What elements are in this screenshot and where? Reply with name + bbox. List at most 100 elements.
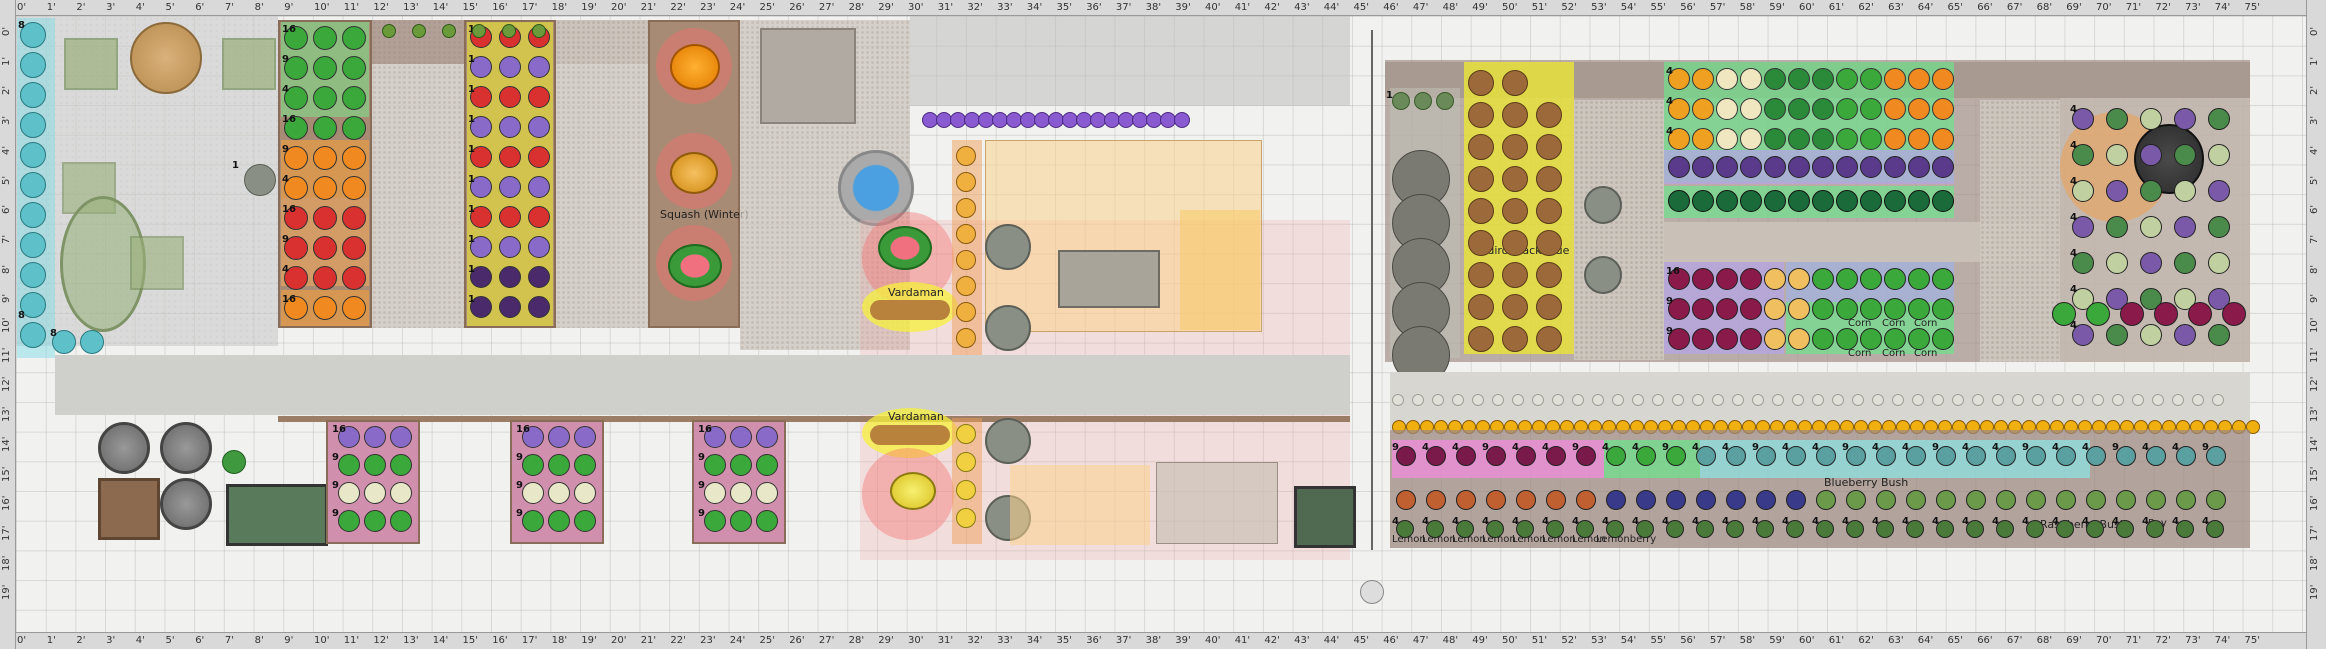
vegetable-icon[interactable] [1908,156,1930,178]
vegetable-icon[interactable] [1908,298,1930,320]
vegetable-icon[interactable] [1816,446,1836,466]
seedling-icon[interactable] [1436,92,1454,110]
sweet-potato-icon[interactable] [870,425,950,445]
marigold-icon[interactable] [2072,394,2084,406]
vegetable-icon[interactable] [1936,446,1956,466]
marigold-icon[interactable] [1992,394,2004,406]
vegetable-icon[interactable] [364,426,386,448]
flower-icon[interactable] [956,224,976,244]
vegetable-icon[interactable] [704,510,726,532]
vegetable-icon[interactable] [313,56,337,80]
vegetable-icon[interactable] [528,146,550,168]
potato-icon[interactable] [1502,102,1528,128]
marigold-icon[interactable] [1792,394,1804,406]
marigold-icon[interactable] [1532,394,1544,406]
vegetable-icon[interactable] [1860,190,1882,212]
vegetable-icon[interactable] [1906,446,1926,466]
shrub-icon[interactable] [20,52,46,78]
vegetable-icon[interactable] [1932,128,1954,150]
seedling-icon[interactable] [1392,92,1410,110]
vegetable-icon[interactable] [313,176,337,200]
fruit-icon[interactable] [1966,490,1986,510]
vegetable-icon[interactable] [1716,156,1738,178]
flower-icon[interactable] [1174,112,1190,128]
vegetable-icon[interactable] [1788,68,1810,90]
vegetable-icon[interactable] [1576,446,1596,466]
marigold-icon[interactable] [1652,394,1664,406]
marigold-icon[interactable] [2052,394,2064,406]
deck-stairs[interactable] [1180,210,1260,330]
marigold-icon[interactable] [1672,394,1684,406]
vegetable-icon[interactable] [1836,98,1858,120]
vegetable-icon[interactable] [313,266,337,290]
vegetable-icon[interactable] [2222,302,2246,326]
vegetable-icon[interactable] [1908,128,1930,150]
vegetable-icon[interactable] [2052,302,2076,326]
vegetable-icon[interactable] [1396,446,1416,466]
vegetable-icon[interactable] [1884,328,1906,350]
vegetable-icon[interactable] [1884,190,1906,212]
potato-icon[interactable] [1502,262,1528,288]
fruit-icon[interactable] [1486,490,1506,510]
vegetable-icon[interactable] [338,510,360,532]
vegetable-icon[interactable] [1764,68,1786,90]
flower-icon[interactable] [956,424,976,444]
vegetable-icon[interactable] [1860,128,1882,150]
green-box[interactable] [1294,486,1356,548]
potato-icon[interactable] [1536,166,1562,192]
small-shrub[interactable] [222,450,246,474]
flower-icon[interactable] [956,172,976,192]
grass-plant[interactable] [985,305,1031,351]
marigold-icon[interactable] [1632,394,1644,406]
herb-icon[interactable] [2174,180,2196,202]
vegetable-icon[interactable] [499,116,521,138]
vegetable-icon[interactable] [1764,190,1786,212]
vegetable-icon[interactable] [1788,156,1810,178]
herb-icon[interactable] [2174,252,2196,274]
flower-icon[interactable] [956,198,976,218]
vegetable-icon[interactable] [499,296,521,318]
fruit-icon[interactable] [1936,490,1956,510]
vegetable-icon[interactable] [1668,156,1690,178]
vegetable-icon[interactable] [313,86,337,110]
fruit-icon[interactable] [1846,490,1866,510]
fruit-icon[interactable] [2206,490,2226,510]
stone-walkway[interactable] [55,355,1350,415]
vegetable-icon[interactable] [364,454,386,476]
potato-icon[interactable] [1502,294,1528,320]
herb-icon[interactable] [2174,216,2196,238]
herb-icon[interactable] [2208,324,2230,346]
deck-table[interactable] [1058,250,1160,308]
vegetable-icon[interactable] [1932,298,1954,320]
stone-planter[interactable] [760,28,856,124]
vegetable-icon[interactable] [1812,328,1834,350]
fruit-icon[interactable] [1666,490,1686,510]
vegetable-icon[interactable] [1740,190,1762,212]
fruit-icon[interactable] [2176,490,2196,510]
marigold-icon[interactable] [1932,394,1944,406]
pumpkin-icon[interactable] [670,44,720,90]
potato-icon[interactable] [1468,166,1494,192]
vegetable-icon[interactable] [1788,128,1810,150]
vegetable-icon[interactable] [528,206,550,228]
vegetable-icon[interactable] [1426,446,1446,466]
flower-icon[interactable] [956,146,976,166]
vegetable-icon[interactable] [548,482,570,504]
seedling-icon[interactable] [502,24,516,38]
vegetable-icon[interactable] [1812,68,1834,90]
vegetable-icon[interactable] [1692,298,1714,320]
herb-icon[interactable] [2106,144,2128,166]
vegetable-icon[interactable] [313,296,337,320]
vegetable-icon[interactable] [1846,446,1866,466]
grass-plant[interactable] [1584,186,1622,224]
marigold-icon[interactable] [2092,394,2104,406]
watermelon-icon[interactable] [668,244,722,288]
vegetable-icon[interactable] [499,266,521,288]
vegetable-icon[interactable] [1740,156,1762,178]
compost-bin[interactable] [160,478,212,530]
marigold-icon[interactable] [2212,394,2224,406]
vegetable-icon[interactable] [499,176,521,198]
vegetable-icon[interactable] [342,146,366,170]
vegetable-icon[interactable] [704,482,726,504]
fruit-icon[interactable] [1636,490,1656,510]
